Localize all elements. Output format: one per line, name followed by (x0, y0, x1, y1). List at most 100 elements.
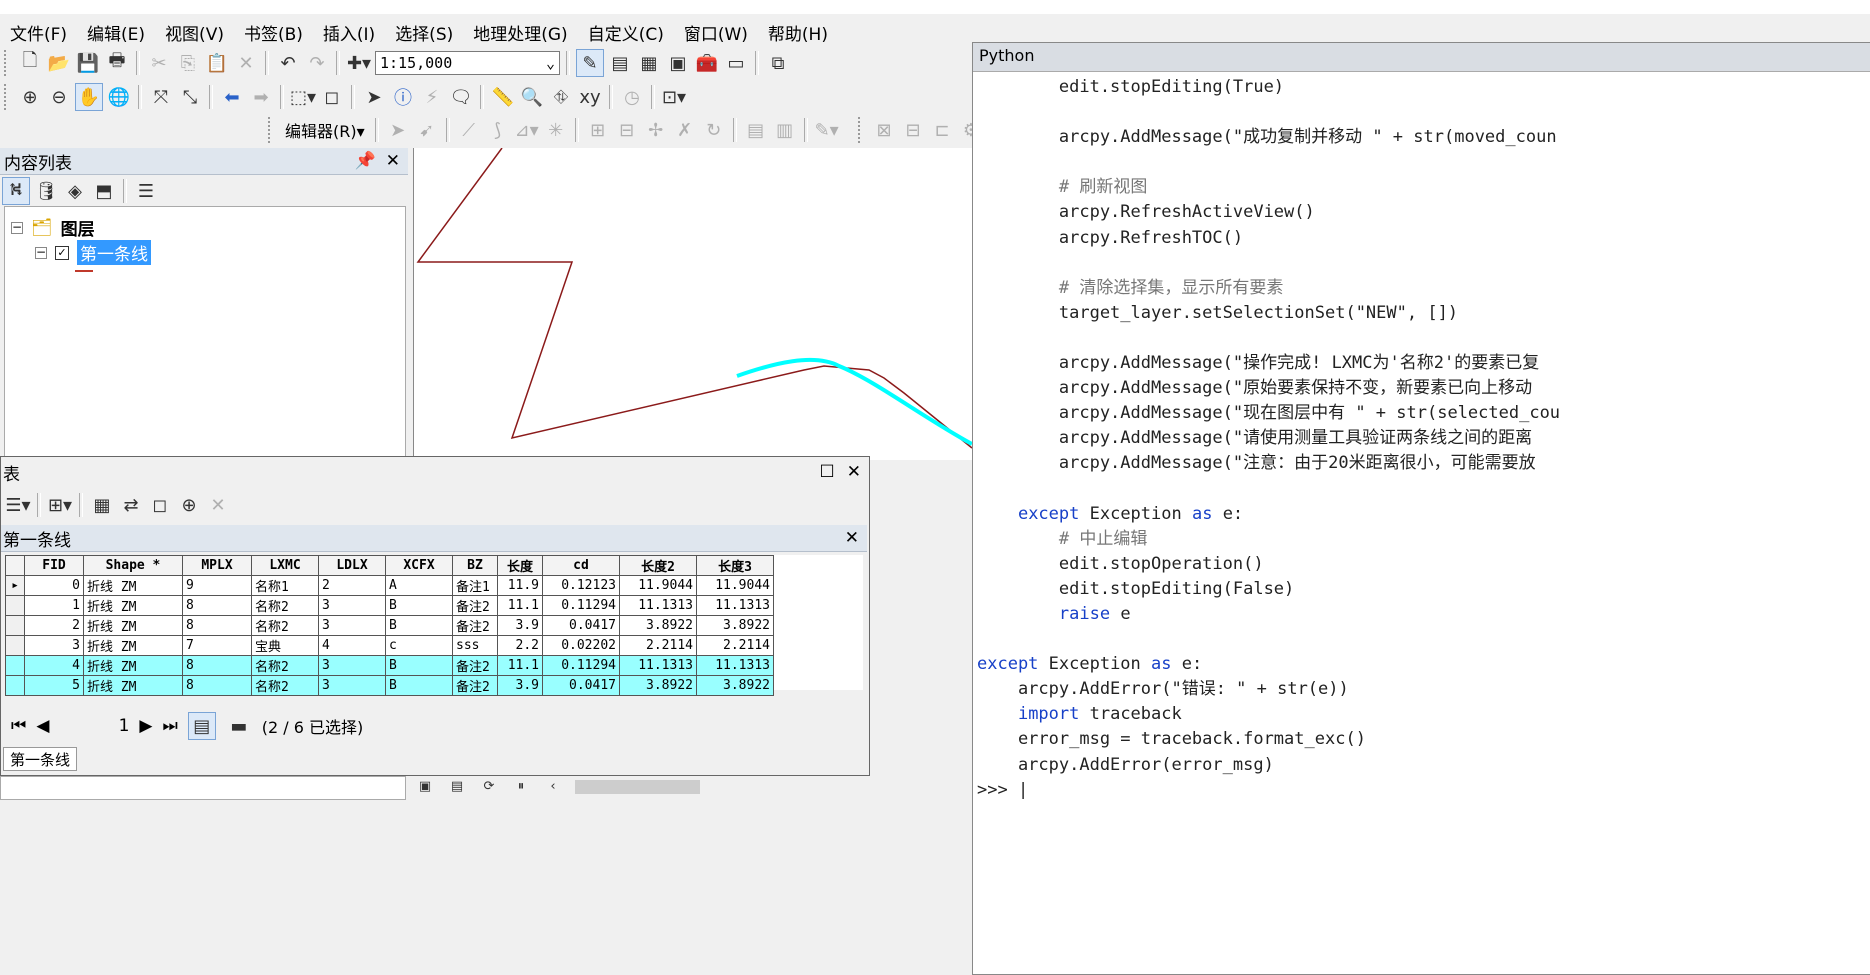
toolbar-grip[interactable] (4, 50, 10, 76)
table-cell[interactable]: 名称2 (251, 655, 319, 676)
table-cell[interactable]: 3.8922 (619, 615, 697, 636)
table-cell[interactable]: 3 (318, 595, 386, 616)
end-point-arc-icon[interactable]: ⟆ (485, 117, 511, 143)
zoom-in-icon[interactable]: ⊕ (17, 84, 43, 110)
switch-selection-icon[interactable]: ⇄ (118, 492, 144, 518)
edit-tool-icon[interactable]: ➤ (385, 117, 411, 143)
table-cell[interactable]: 3 (318, 675, 386, 696)
table-options-icon[interactable]: ☰▾ (5, 492, 31, 518)
back-icon[interactable]: ⬅ (219, 84, 245, 110)
time-slider-icon[interactable]: ◷ (619, 84, 645, 110)
layer-visibility-checkbox[interactable]: ✓ (55, 245, 69, 260)
table-cell[interactable]: 备注2 (452, 655, 498, 676)
create-features-icon[interactable]: ✎▾ (814, 117, 840, 143)
table-cell[interactable]: 0.12123 (542, 575, 620, 596)
table-cell[interactable]: 折线 ZM (83, 615, 183, 636)
table-cell[interactable]: 备注2 (452, 615, 498, 636)
straight-segment-icon[interactable]: ⟋ (456, 117, 482, 143)
table-cell[interactable]: 折线 ZM (83, 655, 183, 676)
table-cell[interactable]: 2.2114 (696, 635, 774, 656)
fix-icon[interactable]: ⊏ (929, 117, 955, 143)
table-cell[interactable]: 11.1313 (619, 655, 697, 676)
table-cell[interactable]: B (385, 615, 453, 636)
column-header[interactable]: FID (24, 555, 84, 576)
record-number-field[interactable]: 1 (59, 716, 130, 736)
layer-node[interactable]: − ✓ 第一条线 (35, 240, 151, 265)
table-cell[interactable]: 8 (182, 615, 252, 636)
toolbar-grip[interactable] (4, 84, 10, 110)
table-cell[interactable]: 9 (182, 575, 252, 596)
save-icon[interactable]: 💾 (75, 50, 101, 76)
column-header[interactable]: XCFX (385, 555, 453, 576)
validate-icon[interactable]: ⊟ (900, 117, 926, 143)
toolbar-grip[interactable] (268, 117, 274, 143)
row-selector[interactable] (5, 655, 25, 676)
map-view[interactable] (413, 147, 973, 460)
delete-selected-icon[interactable]: ✕ (205, 492, 231, 518)
close-icon[interactable]: ✕ (847, 462, 861, 482)
table-cell[interactable]: 备注2 (452, 675, 498, 696)
table-cell[interactable]: sss (452, 635, 498, 656)
table-cell[interactable]: 0.0417 (542, 675, 620, 696)
pin-icon[interactable]: 📌 (355, 151, 376, 171)
add-data-icon[interactable]: ✚▾ (346, 50, 372, 76)
rotate-icon[interactable]: ↻ (701, 117, 727, 143)
select-by-attributes-icon[interactable]: ▦ (89, 492, 115, 518)
column-header[interactable]: 长度 (497, 555, 543, 576)
table-cell[interactable]: 2.2 (497, 635, 543, 656)
find-icon[interactable]: 🔍 (519, 84, 545, 110)
forward-icon[interactable]: ➡ (248, 84, 274, 110)
clear-selection-icon[interactable]: ◻ (147, 492, 173, 518)
identify-icon[interactable]: ⓘ (390, 84, 416, 110)
table-cell[interactable]: 名称2 (251, 615, 319, 636)
measure-icon[interactable]: 📏 (490, 84, 516, 110)
table-cell[interactable]: B (385, 595, 453, 616)
cut-polygons-icon[interactable]: ✢ (643, 117, 669, 143)
table-cell[interactable]: A (385, 575, 453, 596)
table-cell[interactable]: 3.9 (497, 675, 543, 696)
edit-vertices-icon[interactable]: ⊞ (585, 117, 611, 143)
undo-icon[interactable]: ↶ (275, 50, 301, 76)
attributes-icon[interactable]: ▤ (743, 117, 769, 143)
table-row[interactable]: ▸ 0 折线 ZM 9 名称1 2 A 备注1 11.9 0.12123 11.9044 11.904… (5, 575, 774, 596)
table-cell[interactable]: 0.11294 (542, 655, 620, 676)
table-cell[interactable]: 0.02202 (542, 635, 620, 656)
table-cell[interactable]: 8 (182, 595, 252, 616)
fixed-zoom-in-icon[interactable]: ⤧ (148, 84, 174, 110)
table-cell[interactable]: 3.8922 (696, 675, 774, 696)
next-record-icon[interactable]: ▶ (139, 716, 152, 736)
column-header[interactable]: LDLX (318, 555, 386, 576)
options-icon[interactable]: ☰ (133, 178, 159, 204)
table-tab[interactable]: 第一条线 (3, 747, 78, 771)
table-cell[interactable]: 备注2 (452, 595, 498, 616)
fixed-zoom-out-icon[interactable]: ⤡ (177, 84, 203, 110)
reshape-icon[interactable]: ⊟ (614, 117, 640, 143)
edit-annotation-icon[interactable]: ➹ (414, 117, 440, 143)
delete-icon[interactable]: ✕ (233, 50, 259, 76)
table-cell[interactable]: 名称1 (251, 575, 319, 596)
list-by-visibility-icon[interactable]: ◈ (62, 178, 88, 204)
table-row[interactable]: 1 折线 ZM 8 名称2 3 B 备注2 11.1 0.11294 11.1313 11.1313 (5, 595, 774, 616)
row-selector[interactable] (5, 595, 25, 616)
toc-window-icon[interactable]: ▤ (607, 50, 633, 76)
table-cell[interactable]: 8 (182, 675, 252, 696)
list-by-drawing-order-icon[interactable]: ⛕ (2, 177, 30, 205)
magnifier-window-icon[interactable]: ⊡▾ (661, 84, 687, 110)
table-cell[interactable]: c (385, 635, 453, 656)
python-window-icon[interactable]: ▭ (723, 50, 749, 76)
zoom-out-icon[interactable]: ⊖ (46, 84, 72, 110)
table-cell[interactable]: 宝典 (251, 635, 319, 656)
list-by-source-icon[interactable]: 🛢 (33, 178, 59, 204)
table-cell[interactable]: 3.8922 (619, 675, 697, 696)
model-builder-icon[interactable]: ⧉ (765, 50, 791, 76)
column-header[interactable]: Shape * (83, 555, 183, 576)
table-cell[interactable]: B (385, 655, 453, 676)
table-cell[interactable]: B (385, 675, 453, 696)
row-selector[interactable] (5, 635, 25, 656)
first-record-icon[interactable]: ⏮ (5, 716, 26, 736)
table-cell[interactable]: 11.1 (497, 655, 543, 676)
pan-icon[interactable]: ✋ (75, 83, 103, 111)
table-cell[interactable]: 2.2114 (619, 635, 697, 656)
table-cell[interactable]: 4 (24, 655, 84, 676)
sketch-properties-icon[interactable]: ▥ (772, 117, 798, 143)
